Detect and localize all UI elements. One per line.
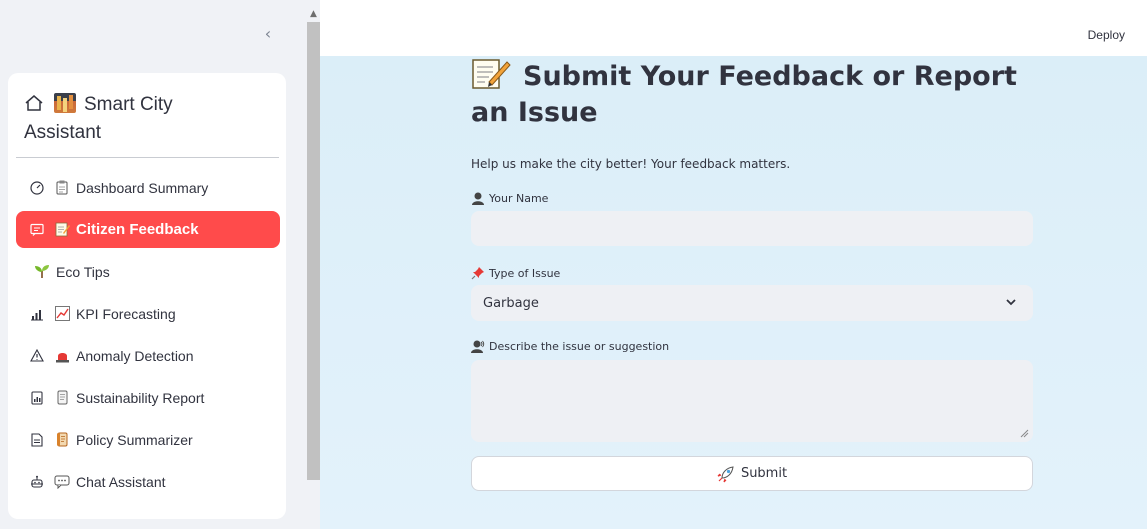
- name-field-label: Your Name: [471, 191, 548, 205]
- sidebar-item-label: KPI Forecasting: [76, 305, 176, 322]
- sidebar-item-label: Eco Tips: [56, 263, 110, 280]
- name-input[interactable]: [471, 211, 1033, 246]
- sidebar-item-sustainability-report[interactable]: Sustainability Report: [16, 379, 280, 416]
- user-icon: [471, 191, 485, 205]
- memo-icon: [54, 222, 70, 238]
- sidebar-item-policy-summarizer[interactable]: Policy Summarizer: [16, 421, 280, 458]
- chevron-left-icon: ‹: [264, 24, 272, 43]
- memo-icon: [472, 59, 511, 89]
- issue-type-select[interactable]: Garbage: [471, 285, 1033, 321]
- sidebar-item-dashboard-summary[interactable]: Dashboard Summary: [16, 169, 280, 206]
- sidebar-item-kpi-forecasting[interactable]: KPI Forecasting: [16, 295, 280, 332]
- pushpin-icon: [471, 266, 485, 280]
- siren-icon: [54, 348, 70, 364]
- speech-bubble-icon: [54, 474, 70, 490]
- issue-type-label: Type of Issue: [471, 266, 560, 280]
- sidebar-scrollbar[interactable]: ▲: [307, 8, 320, 529]
- name-label-text: Your Name: [489, 191, 549, 205]
- seedling-icon: [34, 264, 50, 280]
- sidebar-item-label: Sustainability Report: [76, 389, 205, 406]
- description-label-text: Describe the issue or suggestion: [489, 339, 670, 353]
- sidebar-item-chat-assistant[interactable]: Chat Assistant: [16, 463, 280, 500]
- sidebar-nav-card: Smart City Assistant Dashboard Summary C…: [8, 73, 286, 519]
- sidebar-title: Smart City Assistant: [24, 91, 274, 147]
- resize-handle-icon[interactable]: [1019, 428, 1029, 438]
- sidebar-item-label: Anomaly Detection: [76, 347, 194, 364]
- sidebar-collapse-button[interactable]: ‹: [258, 24, 278, 44]
- submit-button-label: Submit: [740, 466, 788, 481]
- main-content: Submit Your Feedback or Report an Issue …: [320, 56, 1147, 529]
- sidebar-item-eco-tips[interactable]: Eco Tips: [16, 253, 280, 290]
- sidebar-item-label: Citizen Feedback: [76, 221, 199, 238]
- app-window: ‹ Smart City Assistant Dashboard Summary…: [0, 0, 1147, 529]
- home-icon: [25, 95, 43, 111]
- city-icon: [54, 93, 76, 113]
- rocket-icon: [717, 465, 735, 483]
- description-field-label: Describe the issue or suggestion: [471, 339, 669, 353]
- trending-up-icon: [54, 306, 70, 322]
- sidebar-divider: [16, 157, 279, 158]
- issue-type-value: Garbage: [483, 295, 539, 311]
- bar-chart-icon: [28, 306, 46, 322]
- sidebar-item-label: Chat Assistant: [76, 473, 166, 490]
- deploy-button[interactable]: Deploy: [1088, 28, 1125, 42]
- speaking-head-icon: [471, 339, 485, 353]
- document-icon: [28, 432, 46, 448]
- sidebar: ‹ Smart City Assistant Dashboard Summary…: [0, 0, 320, 529]
- robot-icon: [28, 474, 46, 490]
- app-header: Deploy: [320, 0, 1147, 56]
- warning-icon: [28, 348, 46, 364]
- chevron-down-icon: [1006, 299, 1016, 306]
- sidebar-item-anomaly-detection[interactable]: Anomaly Detection: [16, 337, 280, 374]
- sidebar-title-line1: Smart City: [84, 94, 173, 115]
- scroll-icon: [54, 432, 70, 448]
- submit-button[interactable]: Submit: [471, 456, 1033, 491]
- report-icon: [28, 390, 46, 406]
- page-title-text: Submit Your Feedback or Report an Issue: [471, 61, 1017, 128]
- gauge-icon: [28, 180, 46, 196]
- sidebar-item-citizen-feedback[interactable]: Citizen Feedback: [16, 211, 280, 248]
- scrollbar-thumb[interactable]: [307, 22, 320, 480]
- page-title: Submit Your Feedback or Report an Issue: [471, 58, 1031, 131]
- page-subtitle: Help us make the city better! Your feedb…: [471, 157, 791, 171]
- chat-icon: [28, 222, 46, 238]
- sidebar-title-line2: Assistant: [24, 122, 102, 143]
- sidebar-item-label: Policy Summarizer: [76, 431, 193, 448]
- sidebar-nav: Dashboard Summary Citizen Feedback Eco T…: [16, 169, 280, 505]
- clipboard-icon: [54, 180, 70, 196]
- scroll-icon: [54, 390, 70, 406]
- description-textarea[interactable]: [471, 360, 1033, 442]
- sidebar-item-label: Dashboard Summary: [76, 179, 209, 196]
- issue-label-text: Type of Issue: [489, 266, 561, 280]
- scroll-up-icon[interactable]: ▲: [307, 8, 320, 20]
